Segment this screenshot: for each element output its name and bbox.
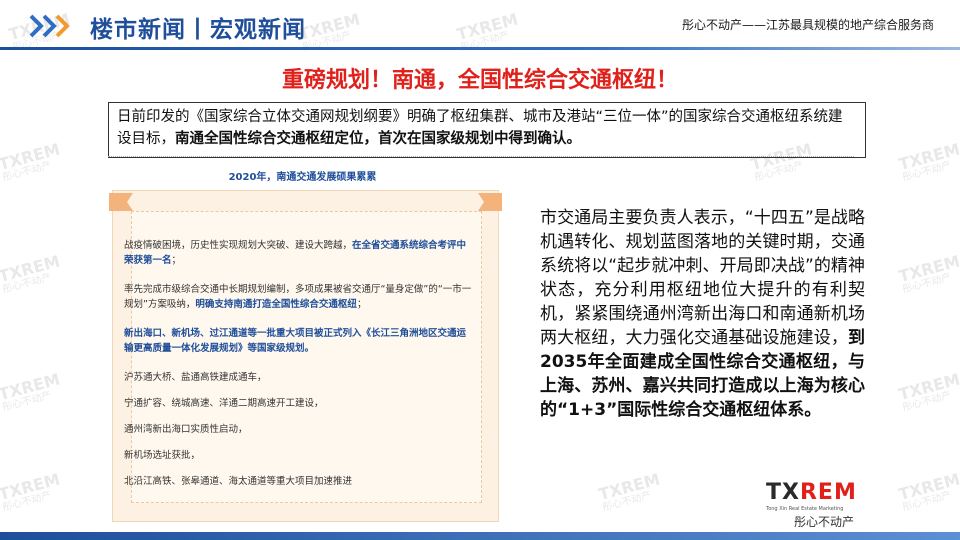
panel-title: 2020年，南通交通发展硕果累累 bbox=[228, 172, 377, 183]
watermark: TXREM 彤心不动产 bbox=[596, 469, 662, 514]
watermark: TXREM 彤心不动产 bbox=[896, 139, 960, 184]
watermark: TXREM 彤心不动产 bbox=[896, 469, 960, 514]
achievements-panel: 2020年，南通交通发展硕果累累 战疫情破困境，历史性实现规划大突破、建设大跨越… bbox=[100, 160, 505, 522]
list-item: 战疫情破困境，历史性实现规划大突破、建设大跨越，在全省交通系统综合考评中荣获第一… bbox=[124, 240, 467, 266]
double-chevron-right-icon bbox=[29, 14, 70, 38]
company-logo: TXREM Tong Xin Real Estate Marketing 彤心不… bbox=[766, 480, 857, 529]
company-tagline: 彤心不动产——江苏最具规模的地产综合服务商 bbox=[681, 18, 934, 32]
list-item: 通州湾新出海口实质性启动， bbox=[124, 424, 248, 435]
ribbon-icon bbox=[109, 193, 133, 211]
watermark: TXREM 彤心不动产 bbox=[0, 469, 62, 514]
divider bbox=[108, 156, 854, 157]
intro-box: 日前印发的《国家综合立体交通网规划纲要》明确了枢纽集群、城市及港站“三位一体”的… bbox=[108, 102, 866, 158]
watermark: TXREM 彤心不动产 bbox=[0, 369, 62, 414]
footer-bar bbox=[0, 532, 960, 540]
watermark: TXREM 彤心不动产 bbox=[896, 251, 960, 296]
list-item: 新机场选址获批， bbox=[124, 450, 201, 461]
ribbon-icon bbox=[478, 193, 502, 211]
watermark: TXREM 彤心不动产 bbox=[896, 369, 960, 414]
headline: 重磅规划！南通，全国性综合交通枢纽！ bbox=[281, 68, 678, 93]
list-item: 新出海口、新机场、过江通道等一批重大项目被正式列入《长江三角洲地区交通运输更高质… bbox=[124, 328, 467, 354]
section-title: 楼市新闻丨宏观新闻 bbox=[90, 17, 306, 43]
list-item: 率先完成市级综合交通中长期规划编制，多项成果被省交通厅“量身定做”的“一市一规划… bbox=[124, 284, 472, 310]
list-item: 沪苏通大桥、盐通高铁建成通车， bbox=[124, 372, 267, 383]
watermark: TXREM 彤心不动产 bbox=[0, 139, 62, 184]
body-normal: 市交通局主要负责人表示，“十四五”是战略机遇转化、规划蓝图落地的关键时期，交通系… bbox=[540, 208, 865, 348]
header-divider bbox=[0, 47, 960, 50]
header: 楼市新闻丨宏观新闻 彤心不动产——江苏最具规模的地产综合服务商 bbox=[0, 0, 960, 52]
list-item: 宁通扩容、绕城高速、洋通二期高速开工建设， bbox=[124, 398, 324, 409]
intro-emphasis: 南通全国性综合交通枢纽定位，首次在国家级规划中得到确认。 bbox=[175, 131, 581, 147]
body-text: 市交通局主要负责人表示，“十四五”是战略机遇转化、规划蓝图落地的关键时期，交通系… bbox=[540, 206, 865, 422]
list-item: 北沿江高铁、张皋通道、海太通道等重大项目加速推进 bbox=[124, 476, 353, 487]
watermark: TXREM 彤心不动产 bbox=[0, 251, 62, 296]
